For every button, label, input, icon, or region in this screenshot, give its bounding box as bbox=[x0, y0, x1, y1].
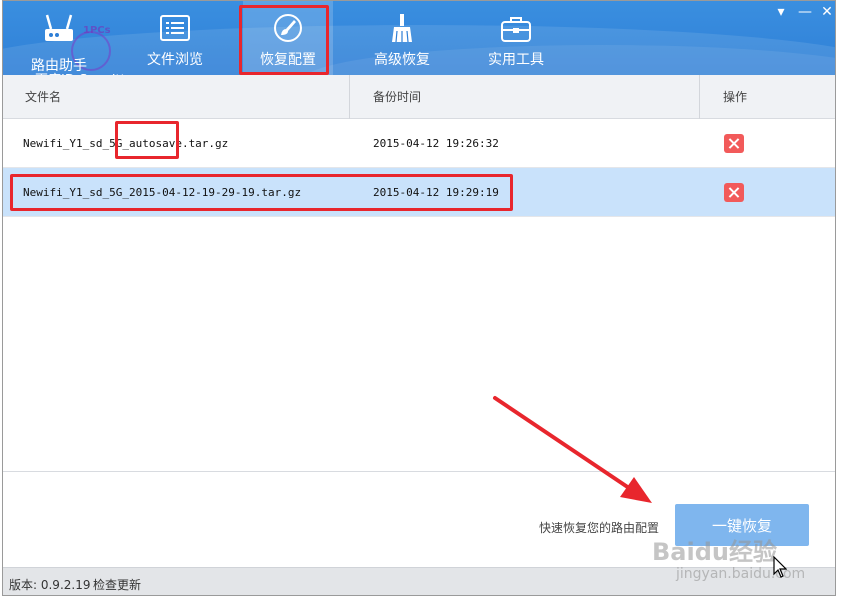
app-logo: 1PCs 路由助手 百度ID:Sanpitt bbox=[31, 11, 131, 75]
tab-advanced-restore[interactable]: 高级恢复 bbox=[357, 1, 447, 75]
tab-label: 文件浏览 bbox=[147, 52, 203, 68]
minimize-icon[interactable]: — bbox=[797, 5, 813, 19]
column-header-backup-time[interactable]: 备份时间 bbox=[373, 75, 421, 119]
tab-label: 恢复配置 bbox=[260, 52, 316, 68]
table-header: 文件名 备份时间 操作 bbox=[3, 75, 835, 119]
column-header-action[interactable]: 操作 bbox=[723, 75, 747, 119]
table-row[interactable]: Newifi_Y1_sd_5G_autosave.tar.gz 2015-04-… bbox=[3, 119, 835, 168]
tab-file-browse[interactable]: 文件浏览 bbox=[130, 1, 220, 75]
watermark-circle-text: 1PCs bbox=[83, 25, 111, 36]
router-assistant-icon bbox=[45, 14, 73, 41]
version-label: 版本: 0.9.2.19 bbox=[9, 578, 91, 592]
close-icon[interactable]: ✕ bbox=[819, 5, 835, 19]
column-divider bbox=[699, 75, 700, 119]
row-filename: Newifi_Y1_sd_5G_2015-04-12-19-29-19.tar.… bbox=[23, 186, 302, 199]
tab-utilities[interactable]: 实用工具 bbox=[471, 1, 561, 75]
tab-label: 高级恢复 bbox=[374, 52, 430, 68]
row-backup-time: 2015-04-12 19:26:32 bbox=[373, 137, 499, 150]
check-update-link[interactable]: 检查更新 bbox=[93, 576, 141, 593]
column-divider bbox=[349, 75, 350, 119]
menu-dropdown-icon[interactable]: ▾ bbox=[773, 5, 789, 19]
list-icon bbox=[160, 15, 190, 41]
tab-restore-config[interactable]: 恢复配置 bbox=[243, 1, 333, 75]
column-header-filename[interactable]: 文件名 bbox=[25, 75, 61, 119]
top-navigation-bar: ▾ — ✕ 1PCs 路由助手 百度ID:Sanpitt 文件浏览 bbox=[3, 1, 835, 75]
brush-icon bbox=[274, 14, 302, 42]
row-backup-time: 2015-04-12 19:29:19 bbox=[373, 186, 499, 199]
tab-label: 实用工具 bbox=[488, 52, 544, 68]
mouse-cursor-icon bbox=[773, 556, 787, 578]
toolbox-icon bbox=[501, 17, 531, 42]
row-filename: Newifi_Y1_sd_5G_autosave.tar.gz bbox=[23, 137, 229, 150]
delete-icon[interactable] bbox=[724, 183, 744, 202]
app-window: ▾ — ✕ 1PCs 路由助手 百度ID:Sanpitt 文件浏览 bbox=[2, 0, 836, 596]
restore-hint-text: 快速恢复您的路由配置 bbox=[539, 521, 660, 535]
baidu-watermark: Baidu经验 bbox=[652, 538, 777, 566]
table-row[interactable]: Newifi_Y1_sd_5G_2015-04-12-19-29-19.tar.… bbox=[3, 168, 835, 217]
delete-icon[interactable] bbox=[724, 134, 744, 153]
broom-icon bbox=[392, 14, 412, 43]
